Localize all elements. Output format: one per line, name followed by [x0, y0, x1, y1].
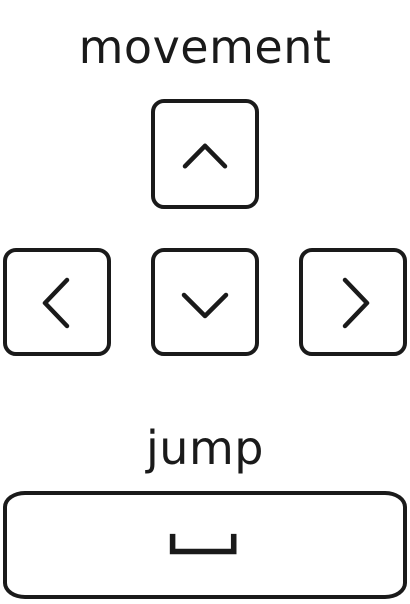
- space-bar-icon: [169, 533, 237, 555]
- chevron-right-icon: [342, 277, 370, 329]
- chevron-down-icon: [181, 292, 229, 319]
- space-key[interactable]: [3, 491, 407, 599]
- down-arrow-key[interactable]: [151, 248, 259, 356]
- right-arrow-key[interactable]: [299, 248, 407, 356]
- chevron-up-icon: [182, 143, 228, 169]
- chevron-left-icon: [42, 277, 70, 329]
- jump-title: jump: [146, 421, 264, 475]
- up-arrow-key[interactable]: [151, 99, 259, 209]
- movement-title: movement: [78, 20, 332, 74]
- left-arrow-key[interactable]: [3, 248, 111, 356]
